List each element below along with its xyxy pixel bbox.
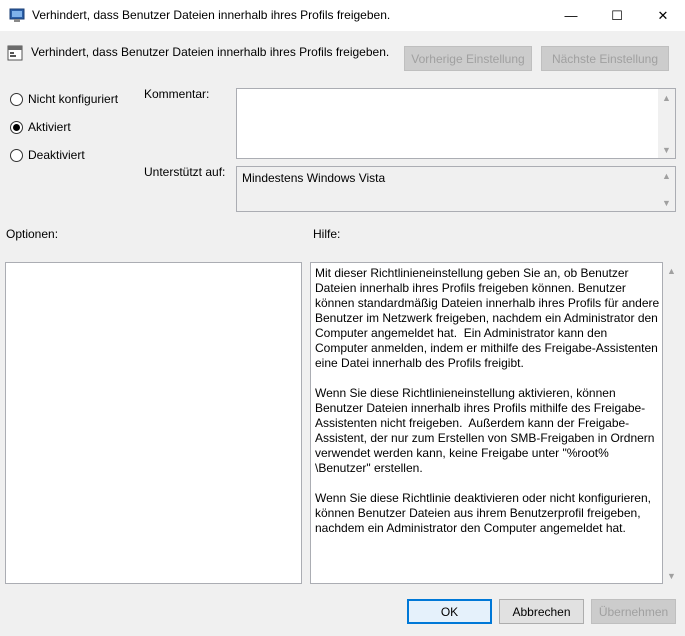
radio-not-configured[interactable]: Nicht konfiguriert [10,90,118,108]
radio-enabled-circle[interactable] [10,120,23,134]
apply-button[interactable]: Übernehmen [591,599,676,624]
next-setting-button[interactable]: Nächste Einstellung [541,46,669,71]
ok-label: OK [440,604,459,619]
scroll-up-icon[interactable]: ▲ [658,167,675,184]
apply-label: Übernehmen [598,604,669,619]
options-label: Optionen: [6,227,59,241]
scroll-up-icon[interactable]: ▲ [658,89,675,106]
scroll-down-icon[interactable]: ▼ [658,194,675,211]
ok-button[interactable]: OK [407,599,492,624]
help-text: Mit dieser Richtlinieneinstellung geben … [315,266,660,535]
scroll-up-icon[interactable]: ▲ [663,262,680,279]
supported-scrollbar[interactable]: ▲ ▼ [658,167,675,211]
minimize-icon: — [564,8,578,23]
help-label: Hilfe: [313,227,341,241]
options-panel[interactable] [5,262,302,584]
cancel-button[interactable]: Abbrechen [499,599,584,624]
supported-on-textbox[interactable]: Mindestens Windows Vista ▲ ▼ [236,166,676,212]
minimize-button[interactable]: — [548,0,594,31]
comment-textbox[interactable]: ▲ ▼ [236,88,676,159]
comment-scrollbar[interactable]: ▲ ▼ [658,89,675,158]
scroll-down-icon[interactable]: ▼ [658,141,675,158]
supported-on-value: Mindestens Windows Vista [242,171,386,185]
radio-disabled-circle[interactable] [10,148,23,162]
radio-disabled[interactable]: Deaktiviert [10,146,85,164]
help-scrollbar[interactable]: ▲ ▼ [663,262,680,584]
close-icon: ✕ [657,7,669,23]
comment-label: Kommentar: [144,87,210,101]
radio-not-configured-circle[interactable] [10,92,23,106]
radio-not-configured-label: Nicht konfiguriert [28,92,119,106]
previous-setting-label: Vorherige Einstellung [411,51,525,66]
supported-on-label: Unterstützt auf: [144,165,226,179]
window-title: Verhindert, dass Benutzer Dateien innerh… [32,8,391,22]
radio-enabled-label: Aktiviert [28,120,71,134]
radio-disabled-label: Deaktiviert [28,148,85,162]
scroll-down-icon[interactable]: ▼ [663,567,680,584]
next-setting-label: Nächste Einstellung [551,51,659,66]
radio-enabled[interactable]: Aktiviert [10,118,71,136]
previous-setting-button[interactable]: Vorherige Einstellung [404,46,532,71]
setting-title: Verhindert, dass Benutzer Dateien innerh… [31,45,390,59]
cancel-label: Abbrechen [512,604,571,619]
close-button[interactable]: ✕ [640,0,685,31]
maximize-icon: ☐ [611,7,623,23]
maximize-button[interactable]: ☐ [594,0,640,31]
help-panel[interactable]: Mit dieser Richtlinieneinstellung geben … [310,262,663,584]
setting-icon [7,45,23,61]
policy-app-icon [9,8,25,22]
title-bar: Verhindert, dass Benutzer Dateien innerh… [0,0,685,31]
